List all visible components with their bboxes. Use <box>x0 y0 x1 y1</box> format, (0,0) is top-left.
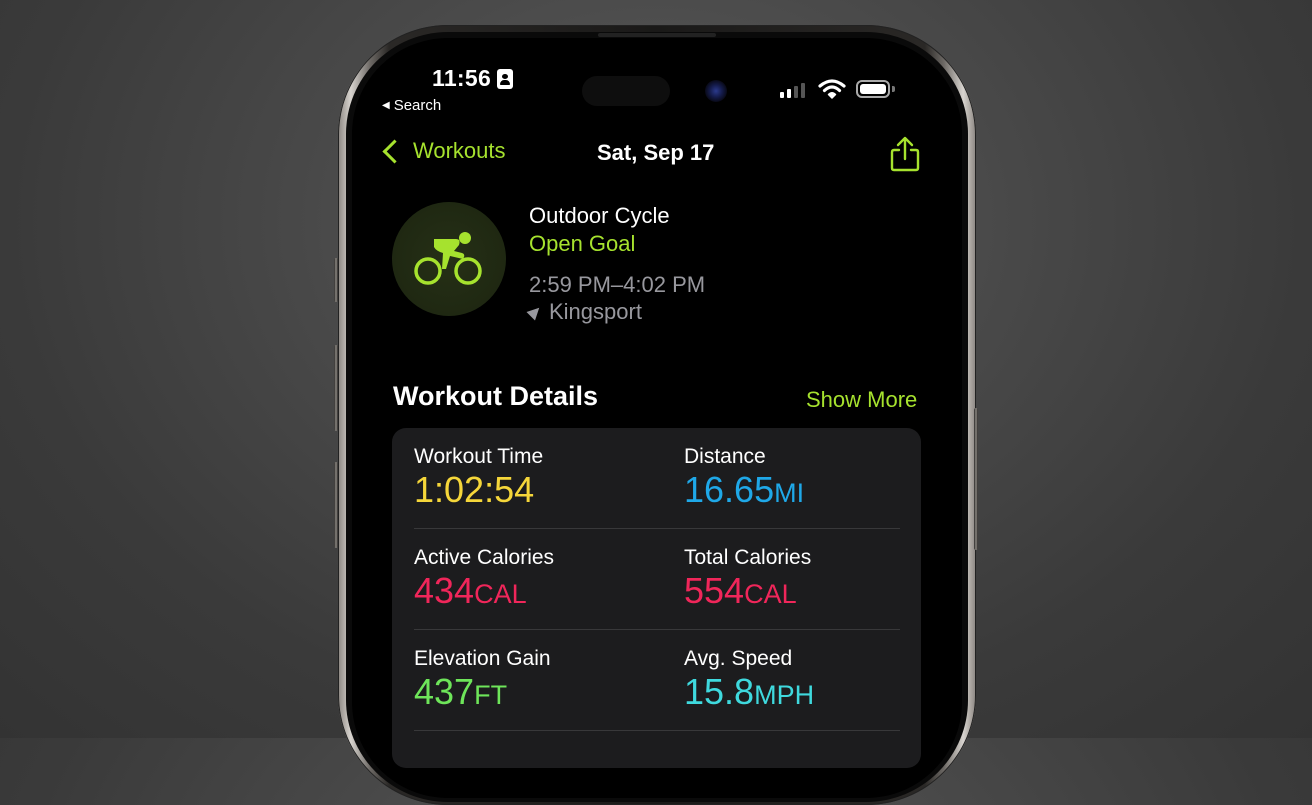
metric-value: 434CAL <box>414 570 527 611</box>
cycling-icon <box>414 232 482 285</box>
metric-value: 554CAL <box>684 570 797 611</box>
share-icon[interactable] <box>888 136 922 172</box>
metric-value: 437FT <box>414 671 508 712</box>
dynamic-island <box>582 76 670 106</box>
workout-goal: Open Goal <box>529 231 636 256</box>
metric-avg-speed: Avg. Speed 15.8MPH <box>684 647 814 716</box>
workout-location[interactable]: Kingsport <box>526 299 642 325</box>
back-triangle-icon: ◀ <box>382 100 390 111</box>
metric-value: 15.8MPH <box>684 671 815 712</box>
power-button <box>974 408 978 550</box>
chevron-left-icon <box>382 138 407 164</box>
action-button <box>334 258 338 302</box>
battery-cap <box>892 86 895 92</box>
show-more-button[interactable]: Show More <box>806 387 917 413</box>
divider <box>414 528 900 529</box>
divider <box>414 730 900 731</box>
location-arrow-icon <box>526 303 544 321</box>
back-to-app-label: Search <box>393 97 442 114</box>
divider <box>414 629 900 630</box>
back-button-label: Workouts <box>413 138 506 163</box>
status-time: 11:56 <box>432 65 492 91</box>
battery-fill <box>860 84 886 94</box>
metric-active-calories: Active Calories 434CAL <box>414 546 554 615</box>
metric-distance: Distance 16.65MI <box>684 445 804 514</box>
back-to-app-button[interactable]: ◀ Search <box>382 97 441 114</box>
wifi-icon <box>818 79 846 99</box>
metric-value: 16.65MI <box>684 469 805 510</box>
speaker-slit <box>598 33 716 37</box>
workout-type-badge <box>392 202 506 316</box>
metric-label: Distance <box>684 445 766 468</box>
front-camera <box>705 80 727 102</box>
workout-location-label: Kingsport <box>549 299 642 324</box>
metric-workout-time: Workout Time 1:02:54 <box>414 445 543 514</box>
back-button[interactable]: Workouts <box>380 138 506 164</box>
page-title: Sat, Sep 17 <box>597 140 715 165</box>
metric-total-calories: Total Calories 554CAL <box>684 546 811 615</box>
metric-label: Total Calories <box>684 546 812 569</box>
battery-icon <box>856 80 890 98</box>
metric-label: Active Calories <box>414 546 555 569</box>
metric-label: Elevation Gain <box>414 647 551 670</box>
metric-label: Avg. Speed <box>684 647 793 670</box>
workout-time-range: 2:59 PM–4:02 PM <box>529 272 706 297</box>
cellular-signal-icon <box>780 82 805 98</box>
metric-value: 1:02:54 <box>414 469 535 510</box>
contact-badge-icon <box>497 69 513 89</box>
volume-down-button <box>334 462 338 548</box>
metric-elevation-gain: Elevation Gain 437FT <box>414 647 551 716</box>
section-title: Workout Details <box>393 381 599 411</box>
workout-type: Outdoor Cycle <box>529 203 670 228</box>
volume-up-button <box>334 345 338 431</box>
metric-label: Workout Time <box>414 445 544 468</box>
